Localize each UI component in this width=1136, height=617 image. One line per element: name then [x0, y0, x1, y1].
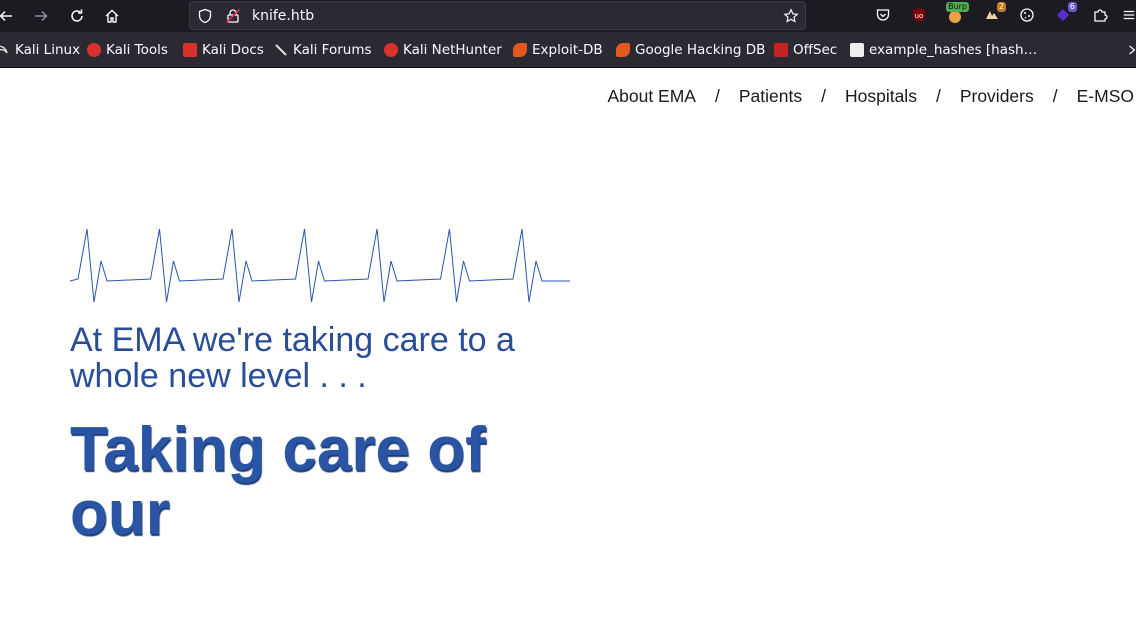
pocket-button[interactable] [873, 5, 893, 25]
svg-text:uo: uo [915, 12, 924, 20]
chevron-right-icon [1129, 45, 1136, 55]
pocket-icon [876, 9, 890, 21]
nav-about-ema[interactable]: About EMA [607, 86, 696, 107]
nav-providers[interactable]: Providers [960, 86, 1034, 107]
bookmarks-toolbar: Kali Linux Kali Tools Kali Docs Kali For… [0, 32, 1136, 68]
kali-forums-icon [274, 43, 288, 57]
arrow-left-icon [0, 10, 12, 22]
cookie-button[interactable] [1017, 5, 1037, 25]
bookmarks-overflow-button[interactable] [1128, 41, 1136, 59]
heartbeat-line-graphic [70, 229, 570, 303]
bookmark-label: Kali Tools [106, 42, 168, 58]
home-icon [105, 9, 119, 23]
kali-tools-icon [87, 43, 101, 57]
menu-button[interactable] [1122, 5, 1136, 25]
bookmark-kali-linux[interactable]: Kali Linux [0, 41, 80, 59]
bookmark-kali-nethunter[interactable]: Kali NetHunter [384, 41, 502, 59]
nav-separator: / [821, 86, 826, 106]
back-button[interactable] [0, 4, 18, 28]
bookmark-kali-docs[interactable]: Kali Docs [183, 41, 264, 59]
hashcat-icon [850, 43, 864, 57]
offsec-icon [774, 43, 788, 57]
main-nav: About EMA / Patients / Hospitals / Provi… [607, 86, 1134, 107]
wappalyzer-badge: 2 [996, 2, 1006, 12]
nav-separator: / [1052, 86, 1058, 106]
kali-dragon-icon [0, 43, 10, 57]
kali-docs-icon [183, 43, 197, 57]
forward-button[interactable] [29, 4, 53, 28]
url-text[interactable]: knife.htb [252, 8, 314, 24]
bookmark-label: OffSec [793, 42, 838, 58]
puzzle-icon [1094, 9, 1108, 22]
bookmark-offsec[interactable]: OffSec [774, 41, 837, 59]
nav-patients[interactable]: Patients [739, 86, 802, 107]
nav-e-mso[interactable]: E-MSO [1077, 86, 1134, 107]
kali-nethunter-icon [384, 43, 398, 57]
bookmark-star-icon[interactable] [783, 8, 799, 24]
browser-toolbar: knife.htb uo Burp 2 6 [0, 0, 1136, 32]
ublock-button[interactable]: uo [909, 5, 929, 25]
bookmark-label: Kali Linux [15, 42, 81, 58]
hamburger-menu-icon [1123, 10, 1135, 20]
bookmark-label: Kali Forums [293, 42, 372, 58]
shield-icon[interactable] [197, 8, 213, 24]
nav-hospitals[interactable]: Hospitals [845, 86, 917, 107]
foxyproxy-badge: 6 [1067, 2, 1077, 12]
reload-icon [71, 9, 83, 22]
hero-tagline: At EMA we're taking care to a whole new … [70, 321, 515, 395]
cookie-icon [1020, 8, 1034, 22]
reload-button[interactable] [65, 4, 89, 28]
bookmark-label: Kali Docs [202, 42, 264, 58]
wappalyzer-button[interactable]: 2 [982, 2, 1006, 25]
foxyproxy-button[interactable]: 6 [1053, 2, 1077, 25]
bookmark-exploit-db[interactable]: Exploit-DB [513, 41, 603, 59]
bookmark-label: Exploit-DB [532, 42, 603, 58]
home-button[interactable] [100, 4, 124, 28]
exploit-db-icon [513, 43, 527, 57]
extensions-button[interactable] [1090, 5, 1110, 25]
ublock-icon: uo [913, 8, 925, 22]
bookmark-example-hashes[interactable]: example_hashes [hash… [850, 41, 1037, 59]
bookmark-label: Kali NetHunter [403, 42, 502, 58]
hero-headline: Taking care of our [70, 415, 486, 548]
nav-separator: / [935, 86, 941, 106]
address-bar[interactable]: knife.htb [189, 1, 806, 30]
ghdb-icon [616, 43, 630, 57]
bookmark-label: Google Hacking DB [635, 42, 766, 58]
bookmark-kali-forums[interactable]: Kali Forums [274, 41, 372, 59]
insecure-lock-icon[interactable] [225, 8, 241, 24]
nav-separator: / [714, 86, 720, 106]
arrow-right-icon [35, 10, 48, 22]
bookmark-label: example_hashes [hash… [869, 42, 1038, 58]
burp-button[interactable]: Burp [945, 2, 969, 25]
bookmark-kali-tools[interactable]: Kali Tools [87, 41, 168, 59]
bookmark-google-hacking-db[interactable]: Google Hacking DB [616, 41, 765, 59]
burp-badge: Burp [946, 2, 969, 12]
